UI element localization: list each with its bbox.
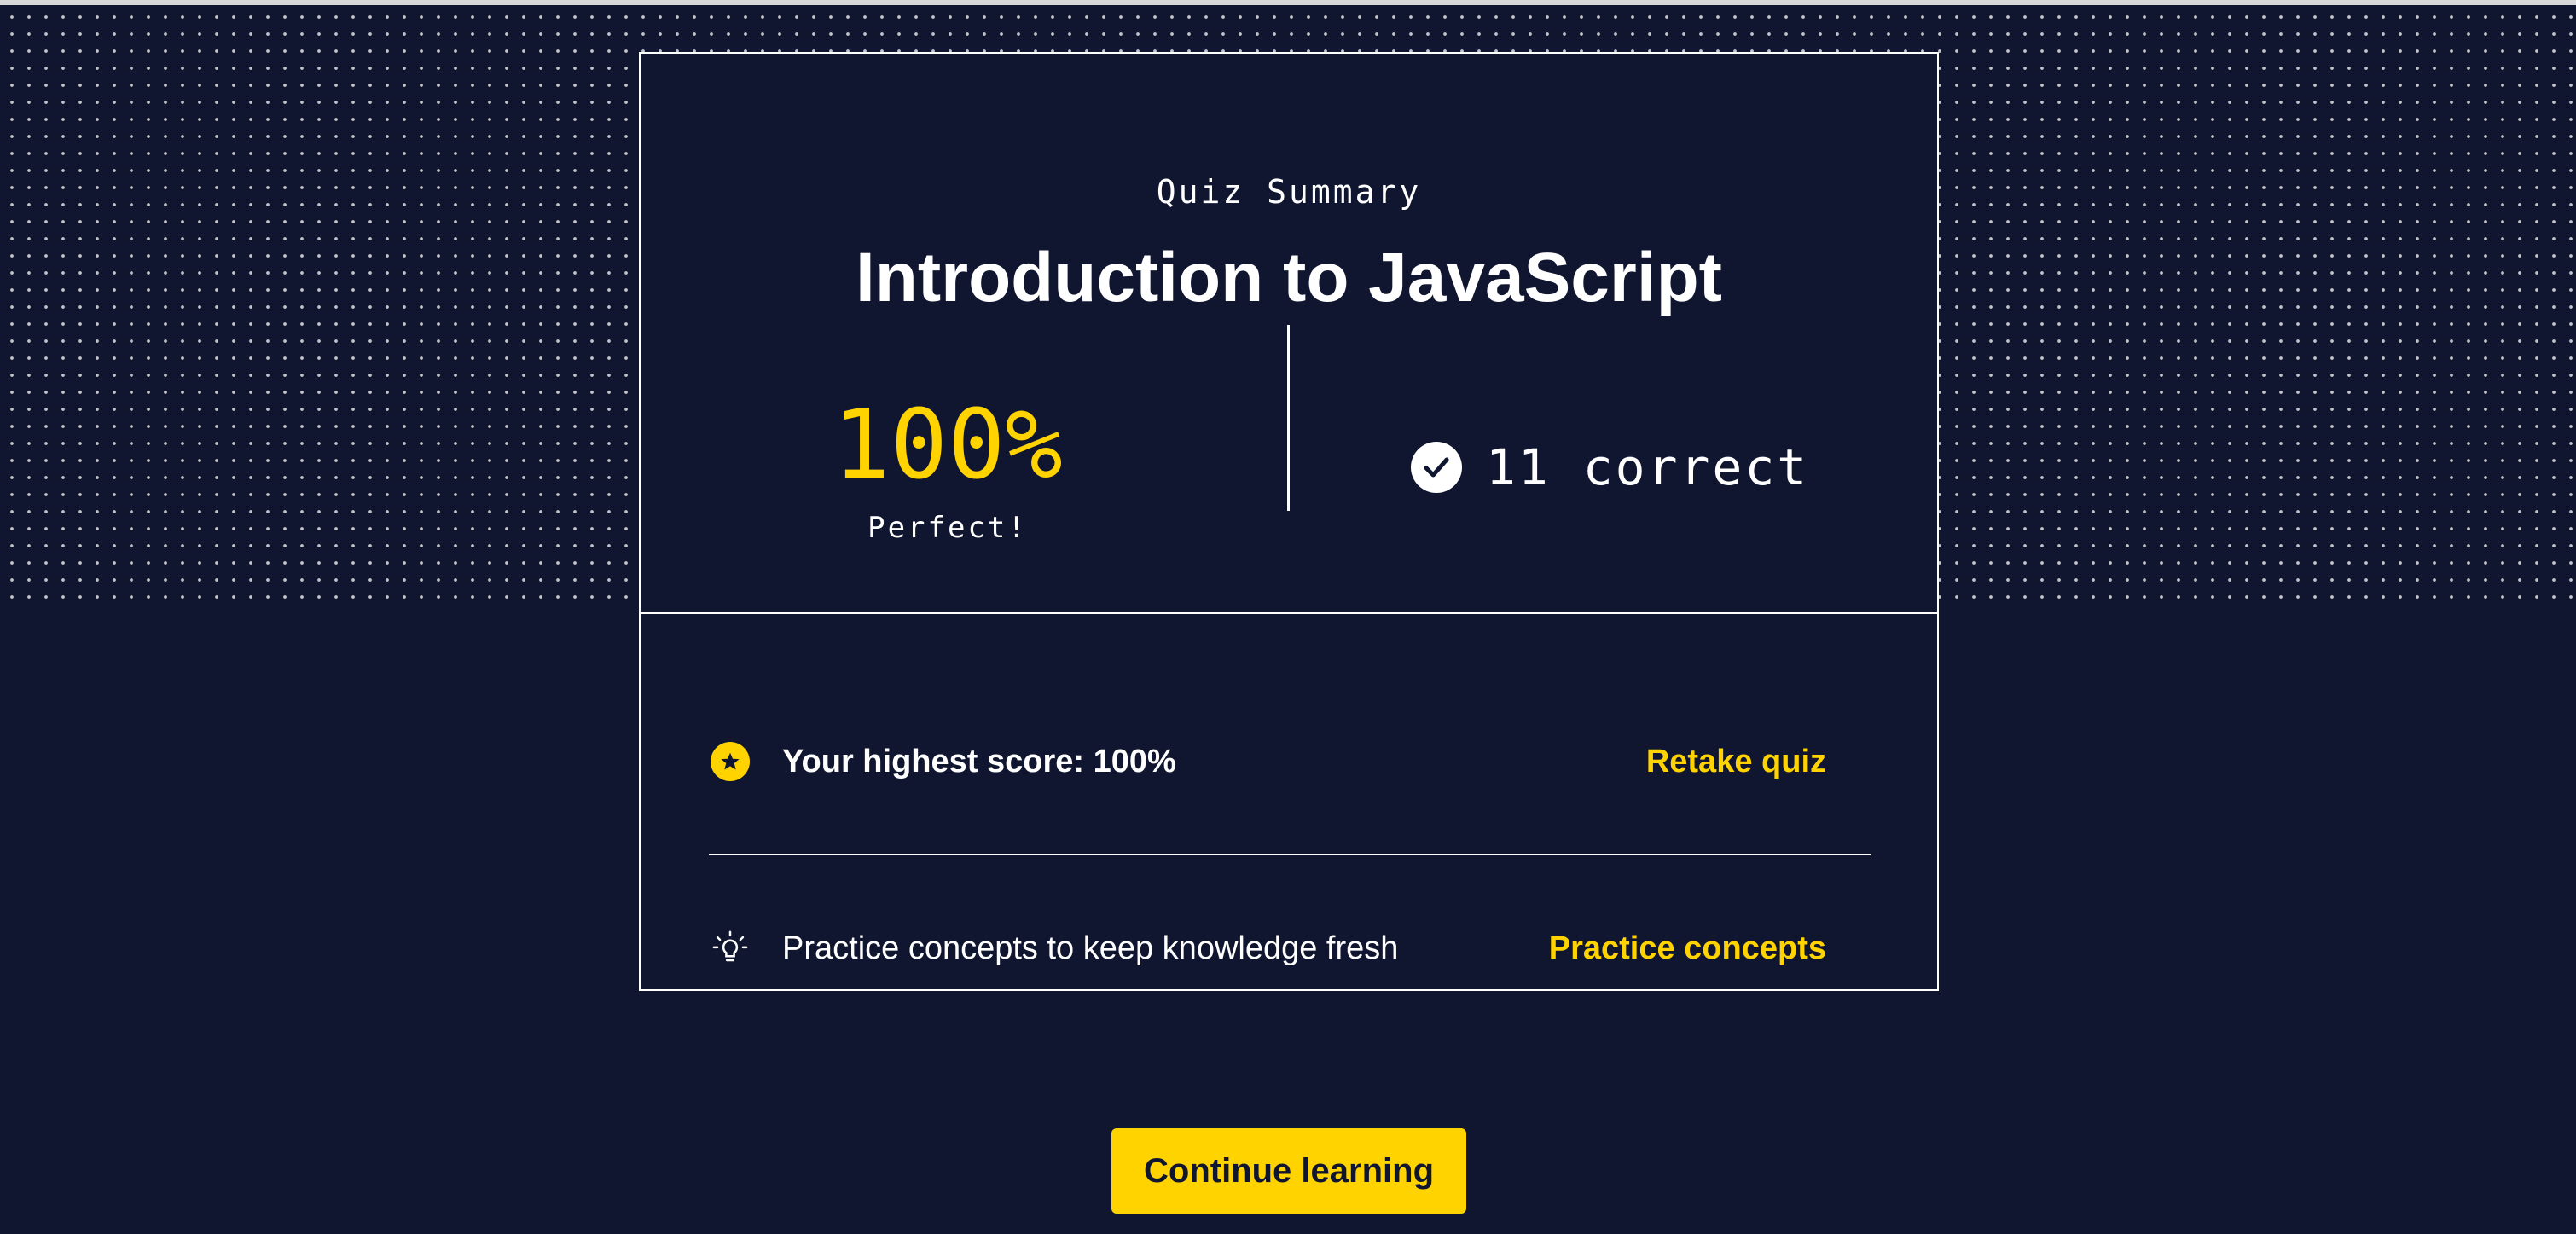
- star-icon: [709, 740, 751, 783]
- lightbulb-icon: [709, 927, 751, 970]
- quiz-title: Introduction to JavaScript: [856, 239, 1722, 316]
- summary-header: Quiz Summary Introduction to JavaScript …: [641, 54, 1937, 614]
- details-divider: [709, 854, 1871, 855]
- practice-concepts-link[interactable]: Practice concepts: [1549, 930, 1826, 967]
- correct-count: 11 correct: [1486, 438, 1810, 496]
- practice-text: Practice concepts to keep knowledge fres…: [782, 930, 1399, 966]
- score-percent: 100%: [833, 390, 1063, 501]
- continue-learning-button[interactable]: Continue learning: [1111, 1128, 1466, 1214]
- score-divider: [1287, 325, 1290, 511]
- score-label: Perfect!: [867, 511, 1028, 545]
- highest-score-row: Your highest score: 100% Retake quiz: [709, 732, 1826, 791]
- practice-row: Practice concepts to keep knowledge fres…: [709, 918, 1826, 978]
- quiz-summary-card: Quiz Summary Introduction to JavaScript …: [639, 52, 1939, 991]
- highest-score-text: Your highest score: 100%: [782, 743, 1176, 779]
- check-circle-icon: [1411, 442, 1462, 493]
- correct-count-block: 11 correct: [1411, 438, 1810, 496]
- score-block: 100% Perfect!: [769, 386, 1127, 545]
- retake-quiz-link[interactable]: Retake quiz: [1646, 744, 1826, 780]
- summary-eyebrow: Quiz Summary: [1156, 173, 1422, 211]
